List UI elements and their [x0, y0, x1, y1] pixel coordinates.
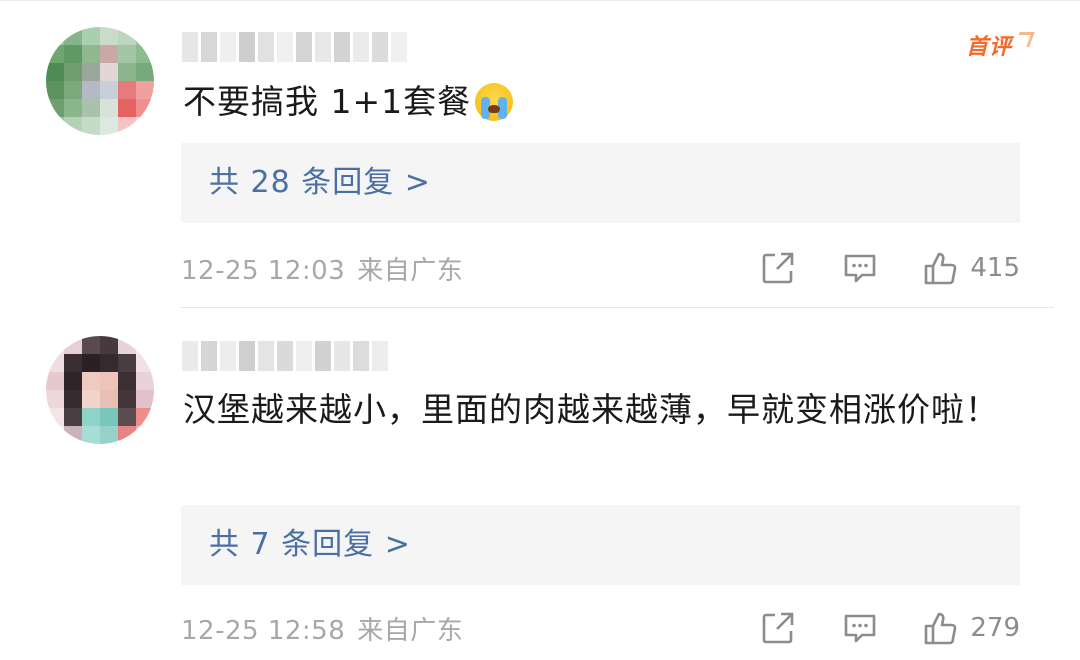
comment-location: 来自广东	[357, 616, 464, 646]
comment-item: 首评 不要搞我 1+1套餐 共 28 条回复 > 12-25 12:03 来自广东…	[0, 0, 1080, 308]
comment-text: 汉堡越来越小，里面的肉越来越薄，早就变相涨价啦！	[183, 390, 999, 429]
share-icon[interactable]	[760, 250, 796, 286]
comment-icon[interactable]	[842, 610, 878, 646]
comment-text: 不要搞我 1+1套餐	[183, 76, 1020, 128]
comment-actions: 415	[760, 248, 1020, 288]
comment-text-body: 不要搞我 1+1套餐	[183, 82, 472, 121]
comment-date: 12-25 12:58	[181, 616, 346, 646]
avatar[interactable]	[46, 27, 154, 135]
comment-date: 12-25 12:03	[181, 256, 346, 286]
username-blurred[interactable]	[182, 32, 407, 62]
comment-meta: 12-25 12:03 来自广东	[181, 250, 463, 287]
crying-face-icon	[475, 83, 514, 121]
first-comment-badge: 首评	[966, 34, 1022, 62]
comment-actions: 279	[760, 608, 1020, 648]
replies-link[interactable]: 共 7 条回复 >	[181, 505, 1020, 585]
comment-meta: 12-25 12:58 来自广东	[181, 610, 463, 647]
share-icon[interactable]	[760, 610, 796, 646]
username-blurred[interactable]	[182, 341, 388, 371]
like-count: 279	[970, 613, 1020, 643]
like-count: 415	[970, 253, 1020, 283]
avatar[interactable]	[46, 336, 154, 444]
comment-icon[interactable]	[842, 250, 878, 286]
replies-link[interactable]: 共 28 条回复 >	[181, 143, 1020, 223]
comment-item: 汉堡越来越小，里面的肉越来越薄，早就变相涨价啦！ 共 7 条回复 > 12-25…	[0, 308, 1080, 660]
thumbs-up-icon[interactable]	[922, 610, 958, 646]
thumbs-up-icon[interactable]	[922, 250, 958, 286]
comment-location: 来自广东	[357, 256, 464, 286]
